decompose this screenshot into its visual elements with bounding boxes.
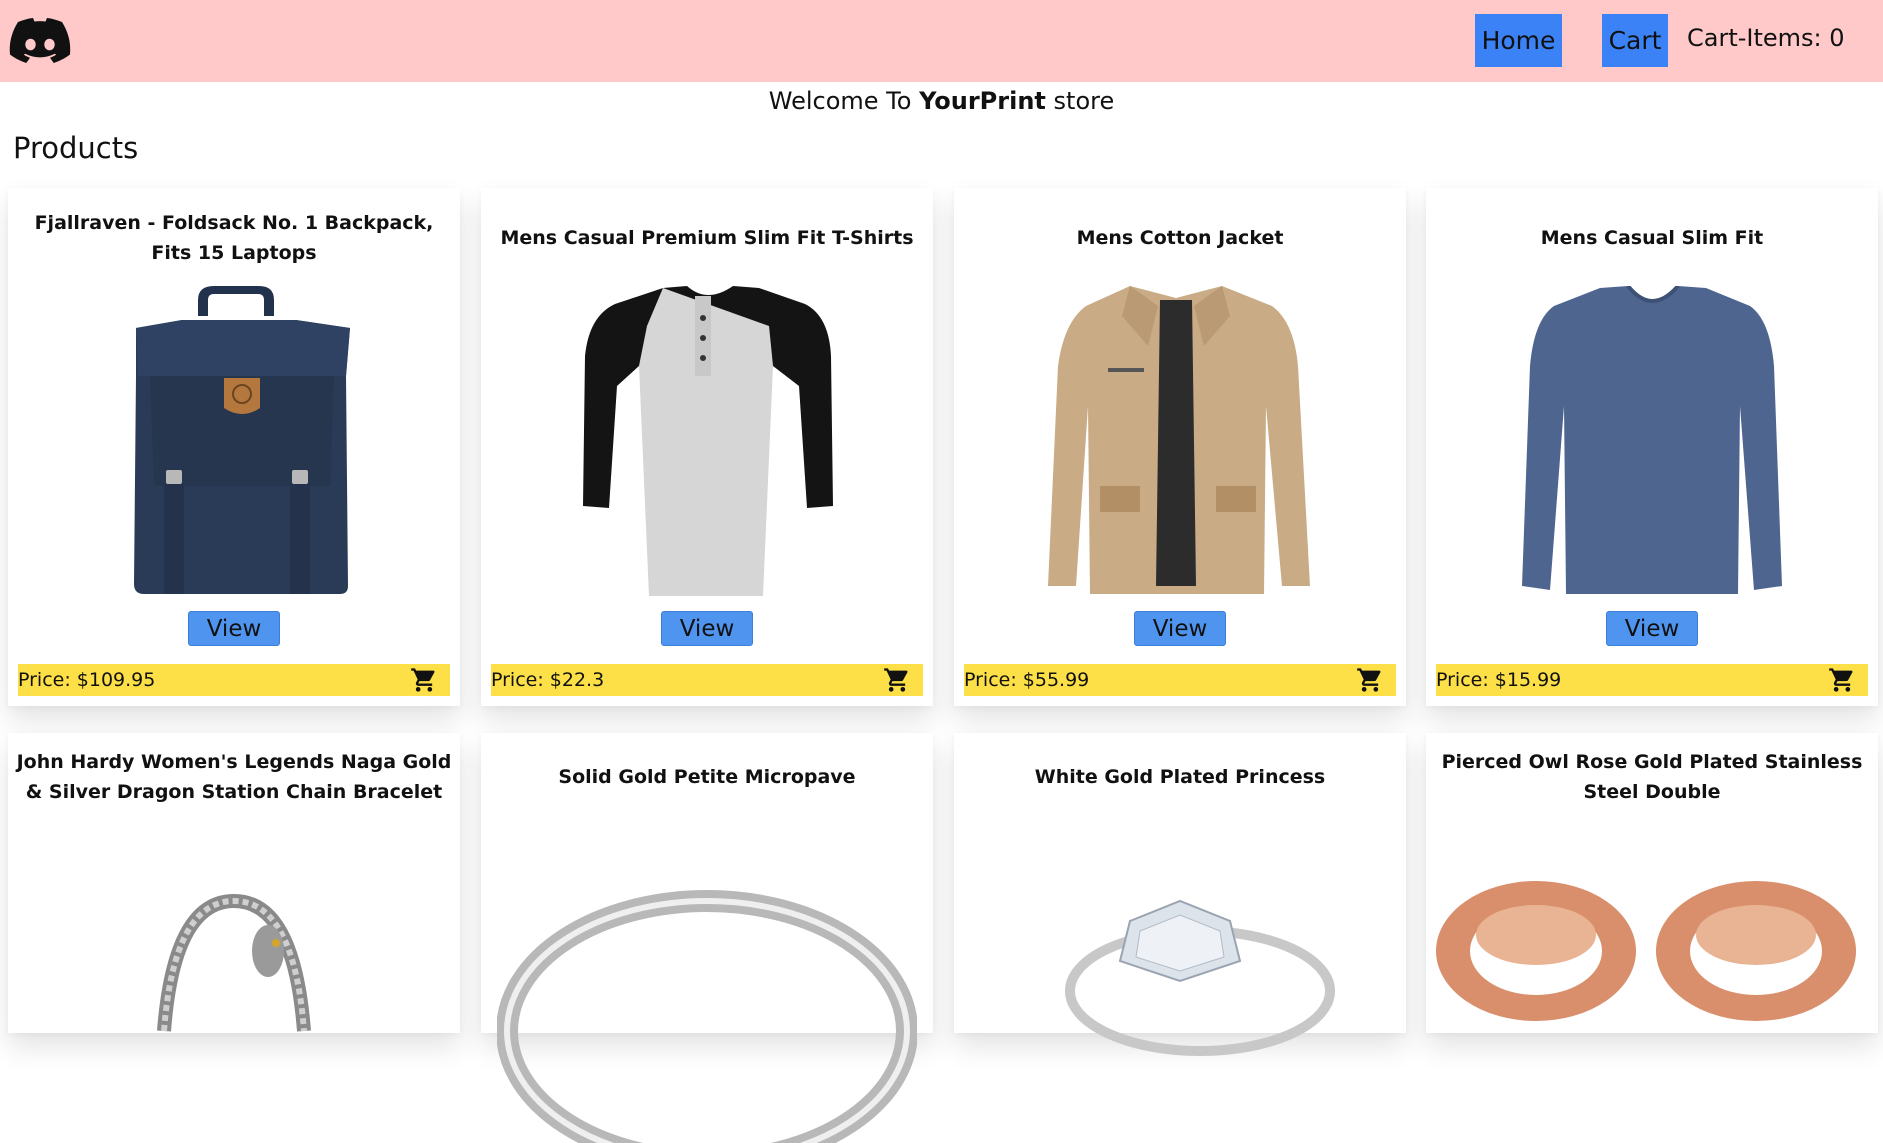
add-to-cart-icon[interactable] (1356, 666, 1384, 694)
price-bar: Price: $22.3 (491, 664, 923, 696)
product-price: Price: $22.3 (491, 669, 605, 691)
product-image-backpack (64, 286, 404, 598)
add-to-cart-icon[interactable] (410, 666, 438, 694)
product-price: Price: $109.95 (18, 669, 156, 691)
cart-items-count: Cart-Items: 0 (1687, 24, 1845, 52)
product-image-long-sleeve-shirt (1482, 286, 1822, 598)
product-card: Mens Cotton Jacket View Price: $55.99 (954, 188, 1406, 706)
product-card: White Gold Plated Princess (954, 733, 1406, 1056)
product-price: Price: $55.99 (964, 669, 1090, 691)
add-to-cart-icon[interactable] (883, 666, 911, 694)
discord-logo-icon[interactable] (8, 17, 72, 65)
product-card: Pierced Owl Rose Gold Plated Stainless S… (1426, 733, 1878, 1033)
product-card: Mens Casual Slim Fit View Price: $15.99 (1426, 188, 1878, 706)
price-bar: Price: $15.99 (1436, 664, 1868, 696)
price-bar: Price: $109.95 (18, 664, 450, 696)
product-image-bracelet (64, 831, 404, 1143)
product-image-rose-gold-plugs (1426, 831, 1878, 1143)
view-product-button[interactable]: View (1606, 611, 1698, 646)
products-heading: Products (13, 131, 139, 165)
product-title: Pierced Owl Rose Gold Plated Stainless S… (1441, 751, 1863, 803)
product-image-jacket (1010, 286, 1350, 598)
product-title: John Hardy Women's Legends Naga Gold & S… (16, 751, 452, 803)
welcome-prefix: Welcome To (768, 87, 912, 115)
product-title: Mens Casual Slim Fit (1540, 227, 1764, 249)
product-image-silver-ring (497, 831, 917, 1143)
price-bar: Price: $55.99 (964, 664, 1396, 696)
store-brand-name: YourPrint (919, 87, 1046, 115)
product-image-tshirt (537, 286, 877, 598)
home-button[interactable]: Home (1475, 14, 1562, 67)
product-title: Mens Cotton Jacket (1076, 227, 1284, 249)
product-card: Solid Gold Petite Micropave (481, 733, 933, 1143)
product-card: John Hardy Women's Legends Naga Gold & S… (8, 733, 460, 1033)
product-image-diamond-ring (1010, 831, 1350, 1143)
product-title: White Gold Plated Princess (1034, 766, 1326, 788)
view-product-button[interactable]: View (188, 611, 280, 646)
top-navbar: Home Cart Cart-Items: 0 (0, 0, 1883, 82)
add-to-cart-icon[interactable] (1828, 666, 1856, 694)
product-card: Mens Casual Premium Slim Fit T-Shirts Vi… (481, 188, 933, 706)
welcome-suffix: store (1053, 87, 1115, 115)
product-title: Mens Casual Premium Slim Fit T-Shirts (500, 227, 914, 249)
product-title: Solid Gold Petite Micropave (558, 766, 856, 788)
cart-button[interactable]: Cart (1602, 14, 1668, 67)
product-card: Fjallraven - Foldsack No. 1 Backpack, Fi… (8, 188, 460, 706)
product-title: Fjallraven - Foldsack No. 1 Backpack, Fi… (34, 212, 434, 264)
view-product-button[interactable]: View (1134, 611, 1226, 646)
welcome-banner: Welcome To YourPrint store (0, 83, 1883, 119)
product-price: Price: $15.99 (1436, 669, 1562, 691)
view-product-button[interactable]: View (661, 611, 753, 646)
